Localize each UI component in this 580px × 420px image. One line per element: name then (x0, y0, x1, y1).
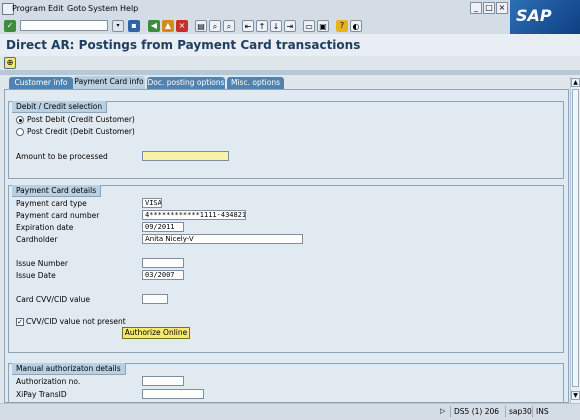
page-title: Direct AR: Postings from Payment Card tr… (6, 38, 361, 52)
card-number-label: Payment card number (16, 211, 100, 220)
close-icon[interactable]: × (496, 2, 508, 14)
scroll-thumb[interactable] (572, 89, 579, 387)
enter-icon[interactable]: ✓ (4, 20, 16, 32)
toolbar-divider (0, 70, 580, 75)
scroll-up-icon[interactable]: ▲ (571, 78, 580, 87)
command-field[interactable] (20, 20, 108, 31)
tab-content: Debit / Credit selection Post Debit (Cre… (4, 89, 569, 403)
status-expand-icon[interactable]: ▷ (440, 407, 445, 415)
last-page-icon[interactable]: ⇥ (284, 20, 296, 32)
cvv-not-present-checkbox[interactable]: ✓ (16, 318, 24, 326)
xipay-field[interactable] (142, 389, 204, 399)
issue-number-label: Issue Number (16, 259, 68, 268)
help-icon[interactable]: ? (336, 20, 348, 32)
tab-misc-options[interactable]: Misc. options (227, 77, 284, 89)
auth-no-field[interactable] (142, 376, 184, 386)
exit-icon[interactable]: ▲ (162, 20, 174, 32)
find-icon[interactable]: ⌕ (209, 20, 221, 32)
minimize-icon[interactable]: _ (470, 2, 482, 14)
post-credit-radio[interactable] (16, 128, 24, 136)
manual-auth-group: Manual authorizaton details Authorizatio… (8, 363, 564, 402)
menu-program[interactable]: Program (12, 4, 46, 13)
menu-bar: Program Edit Goto System Help _ □ × (0, 0, 580, 18)
execute-icon[interactable]: ⊕ (4, 57, 16, 69)
tab-doc-posting-options[interactable]: Doc. posting options (147, 77, 225, 89)
vertical-scrollbar[interactable]: ▲ ▼ (570, 77, 580, 403)
cvv-label: Card CVV/CID value (16, 295, 91, 304)
standard-toolbar: ✓ ▾ ▪ ◀ ▲ × ▤ ⌕ ⌕ ⇤ ↑ ↓ ⇥ ▭ ▣ ? ◐ (0, 18, 510, 35)
menu-system[interactable]: System (88, 4, 118, 13)
menu-help[interactable]: Help (120, 4, 138, 13)
menu-goto[interactable]: Goto (67, 4, 86, 13)
post-debit-label: Post Debit (Credit Customer) (27, 115, 135, 124)
authorize-online-button[interactable]: Authorize Online (122, 327, 190, 339)
group-title: Manual authorizaton details (12, 363, 126, 375)
issue-date-label: Issue Date (16, 271, 56, 280)
card-type-label: Payment card type (16, 199, 87, 208)
cancel-icon[interactable]: × (176, 20, 188, 32)
expiry-label: Expiration date (16, 223, 74, 232)
next-page-icon[interactable]: ↓ (270, 20, 282, 32)
status-bar: ▷ DS5 (1) 206 sap30 INS (0, 403, 580, 420)
maximize-icon[interactable]: □ (483, 2, 495, 14)
status-session: DS5 (1) 206 (450, 406, 504, 417)
new-session-icon[interactable]: ▭ (303, 20, 315, 32)
application-toolbar: ⊕ (0, 56, 580, 70)
find-next-icon[interactable]: ⌕ (223, 20, 235, 32)
debit-credit-group: Debit / Credit selection Post Debit (Cre… (8, 101, 564, 179)
print-icon[interactable]: ▤ (195, 20, 207, 32)
scroll-down-icon[interactable]: ▼ (571, 391, 580, 400)
save-icon[interactable]: ▪ (128, 20, 140, 32)
cvv-not-present-label: CVV/CID value not present (26, 317, 126, 326)
chevron-down-icon[interactable]: ▾ (112, 20, 124, 32)
payment-card-group: Payment Card details Payment card type V… (8, 185, 564, 353)
auth-no-label: Authorization no. (16, 377, 81, 386)
prev-page-icon[interactable]: ↑ (256, 20, 268, 32)
cardholder-label: Cardholder (16, 235, 58, 244)
group-title: Payment Card details (12, 185, 102, 197)
card-type-field[interactable]: VISA (142, 198, 162, 208)
back-icon[interactable]: ◀ (148, 20, 160, 32)
cvv-field[interactable] (142, 294, 168, 304)
status-mode[interactable]: INS (532, 406, 554, 417)
post-credit-label: Post Credit (Debit Customer) (27, 127, 135, 136)
amount-field[interactable] (142, 151, 229, 161)
issue-date-field[interactable]: 03/2007 (142, 270, 184, 280)
cardholder-field[interactable]: Anita Nicely-V (142, 234, 303, 244)
expiry-field[interactable]: 09/2011 (142, 222, 184, 232)
sap-logo: SAP (510, 0, 580, 34)
card-number-field[interactable]: 4************1111-43482147 (142, 210, 246, 220)
issue-number-field[interactable] (142, 258, 184, 268)
tab-payment-card-info[interactable]: Payment Card info (73, 76, 145, 89)
first-page-icon[interactable]: ⇤ (242, 20, 254, 32)
post-debit-radio[interactable] (16, 116, 24, 124)
customize-icon[interactable]: ◐ (350, 20, 362, 32)
shortcut-icon[interactable]: ▣ (317, 20, 329, 32)
amount-label: Amount to be processed (16, 152, 108, 161)
group-title: Debit / Credit selection (12, 101, 108, 113)
menu-edit[interactable]: Edit (48, 4, 64, 13)
xipay-label: XiPay TransID (16, 390, 67, 399)
title-bar: Direct AR: Postings from Payment Card tr… (0, 34, 580, 57)
status-server: sap30 (505, 406, 532, 417)
tab-customer-info[interactable]: Customer info (9, 77, 73, 89)
